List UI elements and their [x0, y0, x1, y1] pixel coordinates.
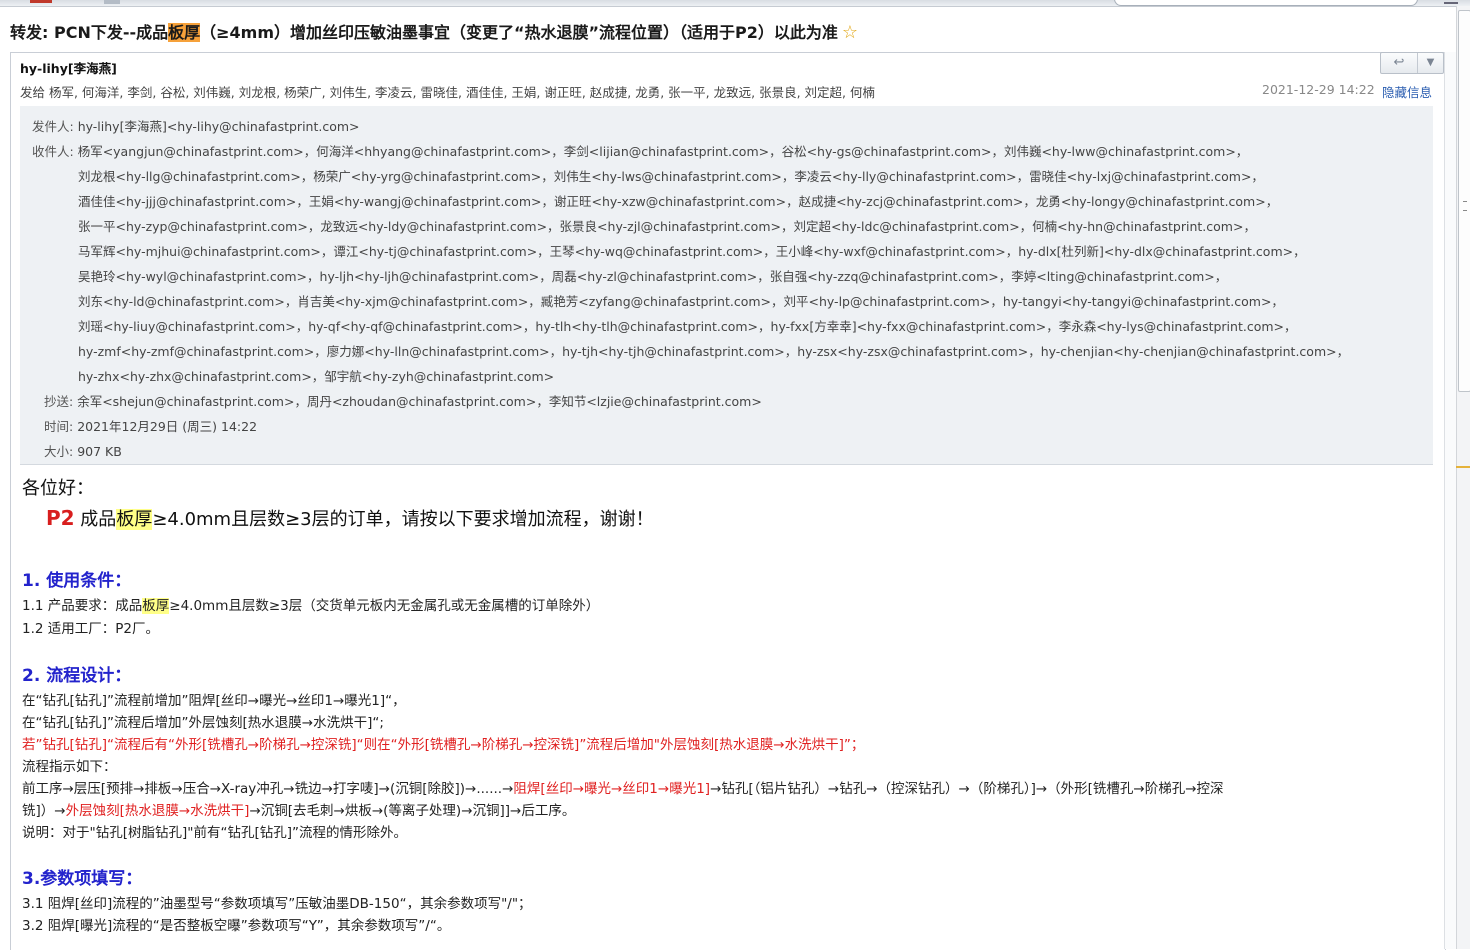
line-red-text: 阻焊[丝印→曝光→丝印1→曝光1] [513, 781, 711, 797]
line-text: 铣]）→ [22, 803, 66, 819]
header-details: 发件人: hy-lihy[李海燕]<hy-lihy@chinafastprint… [20, 106, 1433, 465]
line-red-text: 外层蚀刻[热水退膜→水洗烘干] [65, 803, 250, 819]
search-input[interactable] [1114, 0, 1418, 6]
p2-label: P2 [46, 506, 75, 530]
from-label: 发件人: [32, 119, 78, 134]
line-text-rest: →沉铜[去毛刺→烘板→(等离子处理)→沉铜]]→后工序。 [249, 803, 576, 819]
hide-info-link[interactable]: 隐藏信息 [1382, 82, 1432, 101]
star-icon[interactable]: ☆ [842, 22, 858, 43]
to-line[interactable]: 酒佳佳<hy-jjj@chinafastprint.com>，王娟<hy-wan… [78, 191, 1278, 210]
section-2-line-4: 流程指示如下： [22, 759, 117, 775]
to-line[interactable]: hy-zmf<hy-zmf@chinafastprint.com>，廖力娜<hy… [78, 341, 1349, 360]
toolbar-icon[interactable] [104, 0, 120, 4]
section-1-line-1: 1.1 产品要求：成品板厚≥4.0mm且层数≥3层（交货单元板内无金属孔或无金属… [22, 594, 599, 614]
window-top-strip [0, 0, 1470, 7]
section-2-title: 2. 流程设计： [22, 666, 132, 686]
to-line[interactable]: 刘瑶<hy-liuy@chinafastprint.com>，hy-qf<hy-… [78, 316, 1297, 335]
to-line[interactable]: hy-zhx<hy-zhx@chinafastprint.com>，邹宇航<hy… [78, 366, 554, 385]
size-label: 大小: [44, 444, 78, 459]
section-3-line-2: 3.2 阻焊[曝光]流程的“是否整板空曝”参数项写“Y”，其余参数项写”/“。 [22, 918, 451, 934]
chevron-down-icon[interactable]: ▼ [1418, 53, 1443, 73]
time-label: 时间: [44, 419, 78, 434]
subject-highlight: 板厚 [168, 23, 201, 42]
section-2-line-5: 前工序→层压[预排→排板→压合→X-ray冲孔→铣边→打字唛]→(沉铜[除胶])… [22, 777, 1224, 797]
intro-text: 成品 [74, 509, 117, 530]
section-2-line-3: 若”钻孔[钻孔]“流程后有“外形[铣槽孔→阶梯孔→控深铣]“则在“外形[铣槽孔→… [22, 737, 865, 753]
sender-name[interactable]: hy-lihy[李海燕] [20, 58, 117, 77]
intro-text-rest: ≥4.0mm且层数≥3层的订单，请按以下要求增加流程，谢谢！ [152, 509, 654, 530]
greeting: 各位好： [22, 478, 94, 499]
section-3-title: 3.参数项填写： [22, 869, 143, 889]
section-1-line-2: 1.2 适用工厂：P2厂。 [22, 621, 159, 637]
to-row: 收件人: 杨军<yangjun@chinafastprint.com>，何海洋<… [32, 141, 1248, 160]
section-2-line-6: 铣]）→外层蚀刻[热水退膜→水洗烘干]→沉铜[去毛刺→烘板→(等离子处理)→沉铜… [22, 799, 575, 819]
time-value: 2021年12月29日 (周三) 14:22 [77, 419, 258, 434]
to-line[interactable]: 马军辉<hy-mjhui@chinafastprint.com>，谭江<hy-t… [78, 241, 1306, 260]
line-text: 1.1 产品要求：成品 [22, 598, 143, 614]
size-row: 大小: 907 KB [44, 441, 122, 460]
grip-icon [1463, 201, 1467, 211]
size-value: 907 KB [77, 444, 122, 459]
from-value[interactable]: hy-lihy[李海燕]<hy-lihy@chinafastprint.com> [78, 119, 360, 134]
section-2-line-7: 说明：对于"钻孔[树脂钻孔]"前有“钻孔[钻孔]”流程的情形除外。 [22, 825, 407, 841]
from-row: 发件人: hy-lihy[李海燕]<hy-lihy@chinafastprint… [32, 116, 360, 135]
mail-subject: 转发: PCN下发--成品板厚（≥4mm）增加丝印压敏油墨事宜（变更了“热水退膜… [10, 20, 858, 46]
scroll-position-marker [1456, 466, 1470, 468]
to-line[interactable]: 吴艳玲<hy-wyl@chinafastprint.com>，hy-ljh<hy… [78, 266, 1227, 285]
reply-button-group: ↩ ▼ [1380, 52, 1444, 74]
cc-label: 抄送: [44, 394, 78, 409]
line-text: 前工序→层压[预排→排板→压合→X-ray冲孔→铣边→打字唛]→(沉铜[除胶])… [22, 781, 514, 797]
to-line[interactable]: 刘东<hy-ld@chinafastprint.com>，肖吉美<hy-xjm@… [78, 291, 1284, 310]
to-line[interactable]: 刘龙根<hy-llg@chinafastprint.com>，杨荣广<hy-yr… [78, 166, 1264, 185]
to-line[interactable]: 张一平<hy-zyp@chinafastprint.com>，龙致远<hy-ld… [78, 216, 1256, 235]
recipients-summary: 发给 杨军, 何海洋, 李剑, 谷松, 刘伟巍, 刘龙根, 杨荣广, 刘伟生, … [20, 85, 875, 100]
cc-row: 抄送: 余军<shejun@chinafastprint.com>，周丹<zho… [44, 391, 762, 410]
line-highlight: 板厚 [142, 598, 170, 614]
scrollbar-thumb[interactable] [1458, 10, 1470, 392]
mail-date: 2021-12-29 14:22 [1262, 82, 1375, 97]
subject-text: 转发: PCN下发--成品 [10, 23, 169, 42]
app-logo-icon [30, 0, 52, 3]
to-label: 收件人: [32, 144, 78, 159]
intro-highlight: 板厚 [116, 509, 153, 530]
menu-icon[interactable] [1444, 0, 1458, 4]
cc-value[interactable]: 余军<shejun@chinafastprint.com>，周丹<zhoudan… [77, 394, 762, 409]
line-text-rest: →钻孔[（铝片钻孔）→钻孔→（控深钻孔）→（阶梯孔）]→（外形[铣槽孔→阶梯孔→… [710, 781, 1224, 797]
line-text-rest: ≥4.0mm且层数≥3层（交货单元板内无金属孔或无金属槽的订单除外） [169, 598, 600, 614]
section-2-line-1: 在“钻孔[钻孔]”流程前增加”阻焊[丝印→曝光→丝印1→曝光1]“， [22, 693, 406, 709]
section-3-line-1: 3.1 阻焊[丝印]流程的”油墨型号“参数项填写”压敏油墨DB-150“，其余参… [22, 896, 532, 912]
time-row: 时间: 2021年12月29日 (周三) 14:22 [44, 416, 257, 435]
section-2-line-2: 在“钻孔[钻孔]”流程后增加”外层蚀刻[热水退膜→水洗烘干]“; [22, 715, 384, 731]
subject-text-rest: （≥4mm）增加丝印压敏油墨事宜（变更了“热水退膜”流程位置）（适用于P2）以此… [200, 23, 838, 42]
intro-line: P2 成品板厚≥4.0mm且层数≥3层的订单，请按以下要求增加流程，谢谢！ [46, 505, 654, 531]
reply-icon[interactable]: ↩ [1381, 53, 1418, 73]
section-1-title: 1. 使用条件： [22, 571, 132, 591]
to-line[interactable]: 杨军<yangjun@chinafastprint.com>，何海洋<hhyan… [78, 144, 1249, 159]
window-scrollbar[interactable] [1456, 6, 1470, 949]
